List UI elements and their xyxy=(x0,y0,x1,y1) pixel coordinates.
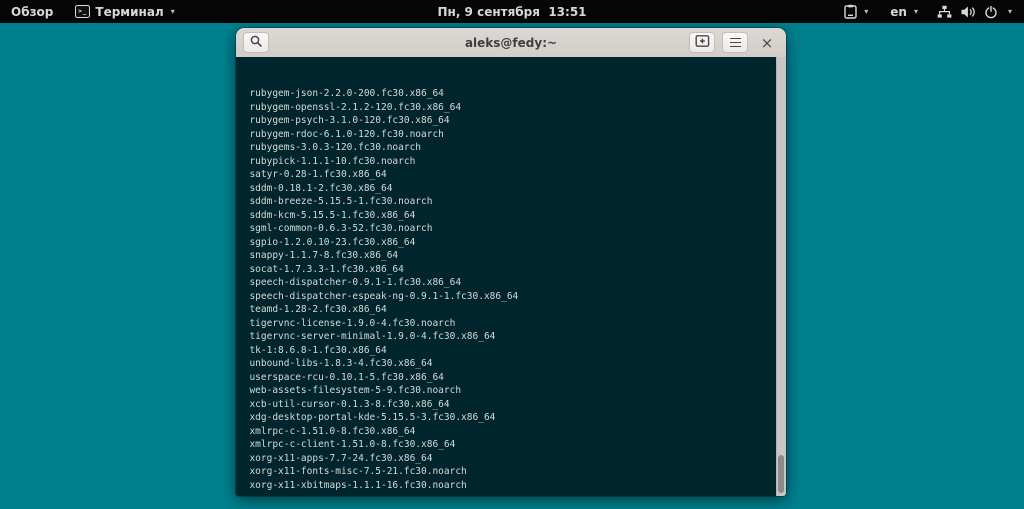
window-title: aleks@fedy:~ xyxy=(465,28,557,57)
terminal-icon: >_ xyxy=(75,5,90,18)
terminal-window: aleks@fedy:~ × ruby xyxy=(236,28,786,496)
network-icon xyxy=(937,5,952,19)
new-tab-button[interactable] xyxy=(689,32,715,53)
volume-icon xyxy=(960,5,976,19)
power-icon xyxy=(984,5,998,19)
system-menu[interactable]: ▾ xyxy=(929,0,1024,23)
package-line: xmlrpc-c-1.51.0-8.fc30.x86_64 xyxy=(238,425,786,439)
package-line: rubygem-rdoc-6.1.0-120.fc30.noarch xyxy=(238,128,786,142)
package-list: rubygem-json-2.2.0-200.fc30.x86_64 rubyg… xyxy=(238,87,786,492)
package-line: unbound-libs-1.8.3-4.fc30.x86_64 xyxy=(238,357,786,371)
chevron-down-icon: ▾ xyxy=(914,8,918,16)
package-line: xdg-desktop-portal-kde-5.15.5-3.fc30.x86… xyxy=(238,411,786,425)
top-bar: Обзор >_ Терминал ▾ Пн, 9 сентября 13:51 xyxy=(0,0,1024,23)
clipboard-icon xyxy=(844,4,857,19)
package-line: userspace-rcu-0.10.1-5.fc30.x86_64 xyxy=(238,371,786,385)
package-line: xorg-x11-fonts-misc-7.5-21.fc30.noarch xyxy=(238,465,786,479)
package-line: speech-dispatcher-espeak-ng-0.9.1-1.fc30… xyxy=(238,290,786,304)
package-line: xcb-util-cursor-0.1.3-8.fc30.x86_64 xyxy=(238,398,786,412)
app-menu[interactable]: >_ Терминал ▾ xyxy=(64,0,185,23)
package-line: rubygem-json-2.2.0-200.fc30.x86_64 xyxy=(238,87,786,101)
package-line: tigervnc-server-minimal-1.9.0-4.fc30.x86… xyxy=(238,330,786,344)
chevron-down-icon: ▾ xyxy=(171,8,175,16)
close-button[interactable]: × xyxy=(755,32,779,53)
activities-button[interactable]: Обзор xyxy=(0,0,64,23)
search-icon xyxy=(249,34,263,51)
chevron-down-icon: ▾ xyxy=(1008,8,1012,16)
search-button[interactable] xyxy=(243,32,269,53)
package-line: rubygem-psych-3.1.0-120.fc30.x86_64 xyxy=(238,114,786,128)
clock[interactable]: Пн, 9 сентября 13:51 xyxy=(426,0,597,23)
package-line: rubygems-3.0.3-120.fc30.noarch xyxy=(238,141,786,155)
package-line: rubypick-1.1.1-10.fc30.noarch xyxy=(238,155,786,169)
menu-button[interactable] xyxy=(722,32,748,53)
package-line: tk-1:8.6.8-1.fc30.x86_64 xyxy=(238,344,786,358)
package-line: rubygem-openssl-2.1.2-120.fc30.x86_64 xyxy=(238,101,786,115)
desktop: Обзор >_ Терминал ▾ Пн, 9 сентября 13:51 xyxy=(0,0,1024,509)
terminal-output[interactable]: rubygem-json-2.2.0-200.fc30.x86_64 rubyg… xyxy=(236,57,786,496)
package-line: sgpio-1.2.0.10-23.fc30.x86_64 xyxy=(238,236,786,250)
package-line: socat-1.7.3.3-1.fc30.x86_64 xyxy=(238,263,786,277)
package-line: satyr-0.28-1.fc30.x86_64 xyxy=(238,168,786,182)
package-line: teamd-1.28-2.fc30.x86_64 xyxy=(238,303,786,317)
package-line: tigervnc-license-1.9.0-4.fc30.noarch xyxy=(238,317,786,331)
package-line: snappy-1.1.7-8.fc30.x86_64 xyxy=(238,249,786,263)
titlebar[interactable]: aleks@fedy:~ × xyxy=(236,28,786,58)
chevron-down-icon: ▾ xyxy=(864,8,868,16)
package-line: sgml-common-0.6.3-52.fc30.noarch xyxy=(238,222,786,236)
input-source-menu[interactable]: en ▾ xyxy=(879,0,929,23)
package-line: speech-dispatcher-0.9.1-1.fc30.x86_64 xyxy=(238,276,786,290)
package-line: sddm-kcm-5.15.5-1.fc30.x86_64 xyxy=(238,209,786,223)
scrollbar-thumb[interactable] xyxy=(778,455,784,493)
package-line: sddm-0.18.1-2.fc30.x86_64 xyxy=(238,182,786,196)
package-line: sddm-breeze-5.15.5-1.fc30.noarch xyxy=(238,195,786,209)
package-line: xorg-x11-apps-7.7-24.fc30.x86_64 xyxy=(238,452,786,466)
input-source-label: en xyxy=(890,5,907,19)
clipboard-menu[interactable]: ▾ xyxy=(833,0,879,23)
package-line: xmlrpc-c-client-1.51.0-8.fc30.x86_64 xyxy=(238,438,786,452)
app-menu-label: Терминал xyxy=(95,5,163,19)
hamburger-icon xyxy=(730,38,741,48)
package-line: web-assets-filesystem-5-9.fc30.noarch xyxy=(238,384,786,398)
scrollbar[interactable] xyxy=(776,57,786,496)
new-tab-icon xyxy=(695,34,710,51)
package-line: xorg-x11-xbitmaps-1.1.1-16.fc30.noarch xyxy=(238,479,786,493)
